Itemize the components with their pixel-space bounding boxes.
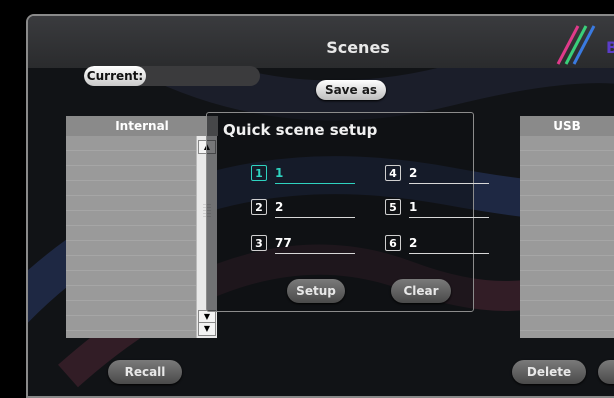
logo-text: B bbox=[606, 38, 614, 57]
recall-button[interactable]: Recall bbox=[108, 360, 182, 384]
clear-button[interactable]: Clear bbox=[391, 279, 451, 303]
slot-number: 5 bbox=[385, 199, 401, 215]
quick-slot-1[interactable]: 1 1 bbox=[251, 163, 357, 189]
internal-scene-list[interactable] bbox=[66, 136, 196, 338]
current-label: Current: bbox=[84, 66, 146, 86]
delete-button[interactable]: Delete bbox=[512, 360, 586, 384]
slot-value-field[interactable]: 2 bbox=[275, 197, 355, 218]
slot-number: 1 bbox=[251, 165, 267, 181]
quick-slot-5[interactable]: 5 1 bbox=[385, 197, 491, 223]
quick-scene-setup-panel: Quick scene setup 1 1 2 2 3 77 4 2 5 1 6… bbox=[206, 112, 489, 312]
current-scene-field: Current: bbox=[84, 66, 260, 86]
window-title: Scenes bbox=[326, 38, 390, 57]
quick-slot-2[interactable]: 2 2 bbox=[251, 197, 357, 223]
slot-value-field[interactable]: 1 bbox=[275, 163, 355, 184]
slot-number: 2 bbox=[251, 199, 267, 215]
slot-value-field[interactable]: 77 bbox=[275, 233, 355, 254]
usb-scene-list[interactable] bbox=[520, 136, 614, 338]
quick-slot-3[interactable]: 3 77 bbox=[251, 233, 357, 259]
slot-number: 6 bbox=[385, 235, 401, 251]
save-as-button[interactable]: Save as bbox=[316, 80, 386, 100]
scroll-down-icon[interactable]: ▼ bbox=[198, 322, 216, 336]
usb-panel-header: USB bbox=[520, 116, 614, 136]
quick-setup-title: Quick scene setup bbox=[223, 121, 378, 139]
quick-slot-6[interactable]: 6 2 bbox=[385, 233, 491, 259]
slot-value-field[interactable]: 2 bbox=[409, 233, 489, 254]
slot-number: 4 bbox=[385, 165, 401, 181]
slot-value-field[interactable]: 1 bbox=[409, 197, 489, 218]
slot-number: 3 bbox=[251, 235, 267, 251]
slot-value-field[interactable]: 2 bbox=[409, 163, 489, 184]
title-bar: Scenes B bbox=[28, 16, 614, 68]
logo-stripes-icon bbox=[556, 25, 596, 65]
internal-panel-header: Internal bbox=[66, 116, 218, 136]
setup-button[interactable]: Setup bbox=[287, 279, 345, 303]
quick-slot-4[interactable]: 4 2 bbox=[385, 163, 491, 189]
